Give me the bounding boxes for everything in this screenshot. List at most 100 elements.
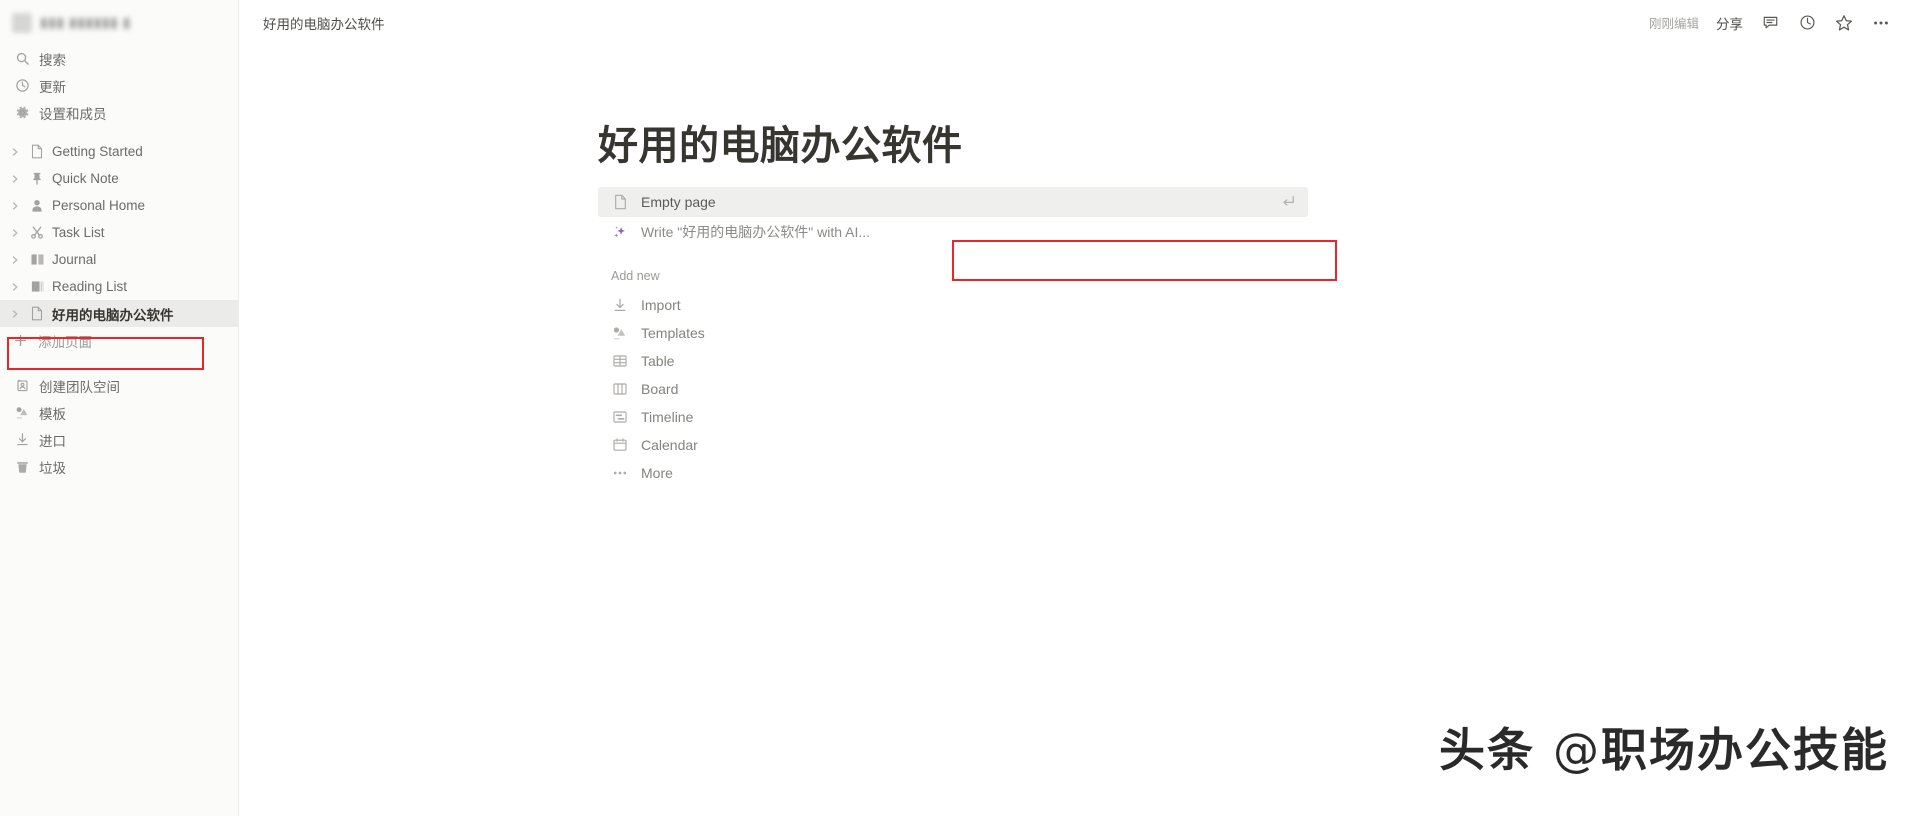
sidebar-item-search[interactable]: 搜索 [0,45,238,72]
chevron-right-icon[interactable] [8,282,22,292]
add-new-templates[interactable]: Templates [598,319,1308,347]
sidebar-page-label: 好用的电脑办公软件 [52,307,174,323]
clock-update-icon [14,78,30,94]
scissors-icon [28,225,46,240]
breadcrumb[interactable]: 好用的电脑办公软件 [263,13,385,33]
option-write-with-ai[interactable]: Write "好用的电脑办公软件" with AI... [598,217,1308,247]
history-clock-icon[interactable] [1797,13,1817,33]
add-new-list: Import Templates Table Board Timeline Ca… [598,291,1308,487]
option-label: Templates [641,325,705,341]
sidebar-page-getting-started[interactable]: Getting Started [0,138,238,165]
pin-icon [28,171,46,186]
search-icon [14,51,30,67]
option-label: Empty page [641,194,716,210]
import-icon [14,432,30,448]
option-label: Board [641,381,679,397]
more-horizontal-icon [611,465,629,481]
watermark-handle: 职场办公技能 [1601,723,1889,777]
sidebar-item-import[interactable]: 进口 [0,426,238,453]
add-new-import[interactable]: Import [598,291,1308,319]
chevron-right-icon[interactable] [8,147,22,157]
open-book-icon [28,252,46,267]
option-label: Import [641,297,681,313]
books-icon [28,279,46,294]
chevron-right-icon[interactable] [8,255,22,265]
sidebar-page-label: Getting Started [52,144,143,159]
chevron-right-icon[interactable] [8,201,22,211]
watermark-at: @ [1553,723,1601,777]
sidebar-item-label: 搜索 [39,52,66,68]
workspace-switcher[interactable]: ▮▮▮ ▮▮▮▮▮▮ ▮ [0,0,238,45]
add-new-timeline[interactable]: Timeline [598,403,1308,431]
templates-icon [14,405,30,421]
plus-icon [12,334,28,347]
add-page-button[interactable]: 添加页面 [0,327,238,354]
main-area: 好用的电脑办公软件 刚刚编辑 分享 好用的电脑办公软件 Empty page W… [239,0,1911,816]
add-new-table[interactable]: Table [598,347,1308,375]
sidebar-item-settings-members[interactable]: 设置和成员 [0,99,238,126]
sidebar-item-label: 进口 [39,433,66,449]
watermark: 头条 @职场办公技能 [1439,714,1889,780]
document-icon [28,144,46,159]
sidebar-item-templates[interactable]: 模板 [0,399,238,426]
templates-shapes-icon [611,325,629,341]
watermark-prefix: 头条 [1438,723,1535,777]
sidebar-item-trash[interactable]: 垃圾 [0,453,238,480]
sidebar-item-label: 设置和成员 [39,106,107,122]
chevron-right-icon[interactable] [8,228,22,238]
sidebar-page-personal-home[interactable]: Personal Home [0,192,238,219]
document-icon [611,194,629,210]
workspace-name-redacted: ▮▮▮ ▮▮▮▮▮▮ ▮ [40,14,131,30]
gear-icon [14,105,30,121]
teamspace-icon [14,378,30,394]
add-page-label: 添加页面 [38,334,92,350]
last-edited-status: 刚刚编辑 [1648,17,1699,31]
add-new-calendar[interactable]: Calendar [598,431,1308,459]
sidebar-item-create-teamspace[interactable]: 创建团队空间 [0,372,238,399]
workspace-avatar [12,12,32,33]
sidebar-item-label: 模板 [39,406,66,422]
option-label: Calendar [641,437,698,453]
share-button[interactable]: 分享 [1716,13,1743,33]
import-arrow-icon [611,297,629,313]
sidebar-item-label: 创建团队空间 [39,379,120,395]
option-label: Write "好用的电脑办公软件" with AI... [641,224,871,240]
sidebar-page-label: Task List [52,225,105,240]
sidebar-page-reading-list[interactable]: Reading List [0,273,238,300]
table-grid-icon [611,353,629,369]
sidebar-nav-group: 搜索 更新 设置和成员 [0,45,238,126]
top-bar-actions: 刚刚编辑 分享 [1649,13,1891,33]
chevron-right-icon[interactable] [8,174,22,184]
sidebar-item-label: 垃圾 [39,460,66,476]
sidebar-bottom-group: 创建团队空间 模板 进口 垃圾 [0,372,238,480]
sidebar-page-label: Quick Note [52,171,119,186]
sidebar-item-label: 更新 [39,79,66,95]
board-columns-icon [611,381,629,397]
chevron-right-icon[interactable] [8,309,22,319]
enter-return-icon [1280,193,1296,212]
sidebar: ▮▮▮ ▮▮▮▮▮▮ ▮ 搜索 更新 设置和成员 Getting Started… [0,0,239,816]
add-new-more[interactable]: More [598,459,1308,487]
sidebar-item-updates[interactable]: 更新 [0,72,238,99]
calendar-icon [611,437,629,453]
sidebar-page-quick-note[interactable]: Quick Note [0,165,238,192]
page-title[interactable]: 好用的电脑办公软件 [598,123,1911,169]
option-empty-page[interactable]: Empty page [598,187,1308,217]
sidebar-page-label: Reading List [52,279,128,294]
sidebar-page-task-list[interactable]: Task List [0,219,238,246]
add-new-board[interactable]: Board [598,375,1308,403]
more-horizontal-icon[interactable] [1871,13,1891,33]
add-new-section-label: Add new [611,269,660,283]
new-page-option-menu: Empty page Write "好用的电脑办公软件" with AI... … [598,187,1308,487]
option-label: Timeline [641,409,694,425]
sidebar-page-current[interactable]: 好用的电脑办公软件 [0,300,238,327]
person-icon [28,198,46,213]
document-icon [28,306,46,321]
top-bar: 好用的电脑办公软件 刚刚编辑 分享 [239,0,1911,45]
sidebar-page-journal[interactable]: Journal [0,246,238,273]
trash-icon [14,459,30,475]
notion-app-window: ▮▮▮ ▮▮▮▮▮▮ ▮ 搜索 更新 设置和成员 Getting Started… [0,0,1911,816]
sidebar-page-label: Personal Home [52,198,146,213]
star-icon[interactable] [1834,13,1854,33]
comment-icon[interactable] [1760,13,1780,33]
